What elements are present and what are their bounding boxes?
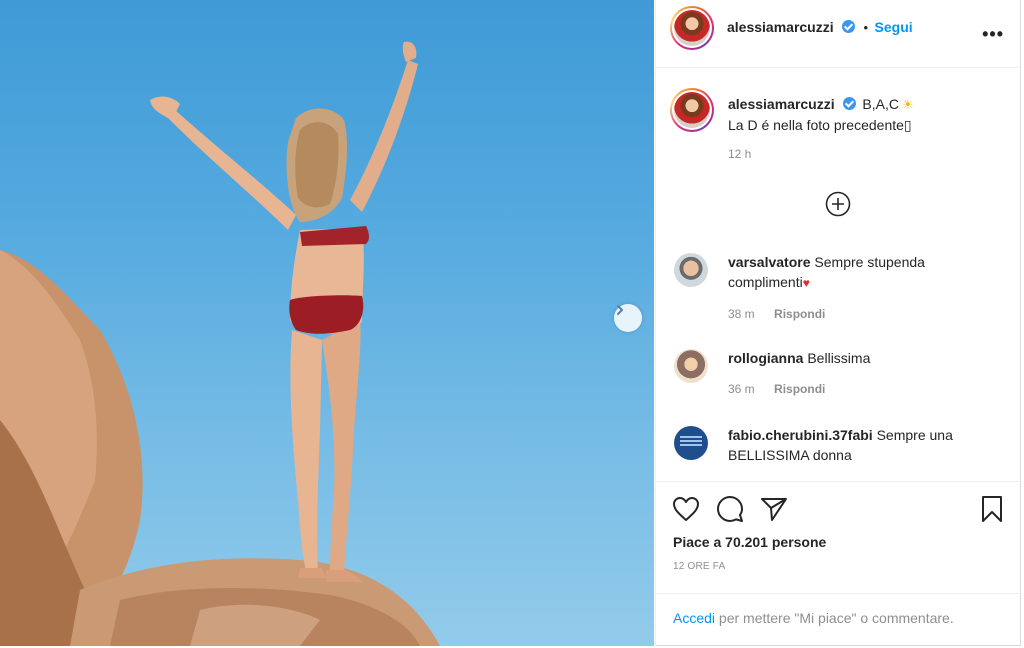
comment-avatar[interactable] bbox=[674, 426, 708, 460]
comment-avatar[interactable] bbox=[674, 349, 708, 383]
comment-avatar[interactable] bbox=[674, 253, 708, 287]
likes-count[interactable]: Piace a 70.201 persone bbox=[673, 534, 826, 550]
comment-text-line-2: BELLISSIMA donna bbox=[728, 447, 852, 463]
comment-item: varsalvatore Sempre stupenda complimenti… bbox=[728, 252, 1008, 321]
post-timestamp[interactable]: 12 ORE FA bbox=[673, 561, 725, 572]
heart-emoji: ♥ bbox=[802, 276, 810, 290]
comment-username[interactable]: rollogianna bbox=[728, 350, 803, 366]
login-prompt: Accedi per mettere "Mi piace" o commenta… bbox=[656, 593, 1022, 647]
author-username[interactable]: alessiamarcuzzi bbox=[727, 19, 834, 35]
follow-separator: • bbox=[863, 20, 869, 35]
load-more-comments-button[interactable] bbox=[825, 191, 851, 222]
comment-username[interactable]: fabio.cherubini.37fabi bbox=[728, 427, 873, 443]
caption-time: 12 h bbox=[728, 147, 752, 161]
post-header: alessiamarcuzzi • Segui ••• bbox=[656, 0, 1022, 68]
comment-text: Sempre stupenda bbox=[814, 254, 925, 270]
plus-circle-icon bbox=[825, 191, 851, 217]
paper-plane-icon bbox=[761, 498, 787, 521]
comment-button[interactable] bbox=[716, 495, 744, 528]
heart-icon bbox=[673, 497, 699, 521]
caption-line-2: La D é nella foto precedente▯ bbox=[728, 117, 912, 133]
comment-text: Sempre una bbox=[876, 427, 953, 443]
share-button[interactable] bbox=[760, 496, 788, 527]
verified-badge-icon bbox=[842, 20, 856, 33]
author-row: alessiamarcuzzi • Segui bbox=[727, 19, 913, 37]
caption: alessiamarcuzzi B,A,C ☀ La D é nella foto… bbox=[728, 94, 1008, 161]
sun-emoji: ☀ bbox=[901, 97, 914, 112]
comment-icon bbox=[717, 496, 743, 522]
verified-badge-icon bbox=[842, 97, 856, 110]
bookmark-icon bbox=[982, 496, 1002, 522]
author-avatar[interactable] bbox=[670, 6, 714, 50]
comment-username[interactable]: varsalvatore bbox=[728, 254, 811, 270]
comment-time: 36 m bbox=[728, 382, 755, 396]
reply-button[interactable]: Rispondi bbox=[774, 307, 825, 321]
comment-text-line-2: complimenti bbox=[728, 274, 803, 290]
post-actions: Piace a 70.201 persone 12 ORE FA Accedi … bbox=[656, 481, 1022, 646]
caption-author-avatar[interactable] bbox=[670, 88, 714, 132]
login-link[interactable]: Accedi bbox=[673, 610, 715, 626]
login-prompt-text: per mettere "Mi piace" o commentare. bbox=[718, 610, 954, 626]
like-button[interactable] bbox=[672, 496, 700, 527]
post-panel: alessiamarcuzzi • Segui ••• alessiamarcu… bbox=[655, 0, 1022, 646]
comment-time: 38 m bbox=[728, 307, 755, 321]
post-photo[interactable] bbox=[0, 0, 654, 646]
caption-text: B,A,C bbox=[862, 96, 899, 112]
comment-item: rollogianna Bellissima 36 m Rispondi bbox=[728, 348, 1008, 396]
caption-username[interactable]: alessiamarcuzzi bbox=[728, 96, 835, 112]
more-options-icon[interactable]: ••• bbox=[982, 24, 1004, 45]
comment-item: fabio.cherubini.37fabi Sempre una BELLIS… bbox=[728, 425, 1013, 465]
comment-text: Bellissima bbox=[807, 350, 871, 366]
save-button[interactable] bbox=[980, 495, 1004, 528]
follow-button[interactable]: Segui bbox=[875, 19, 913, 35]
reply-button[interactable]: Rispondi bbox=[774, 382, 825, 396]
next-photo-button[interactable] bbox=[614, 304, 642, 332]
photo-illustration bbox=[0, 41, 440, 646]
chevron-right-icon bbox=[617, 305, 623, 315]
